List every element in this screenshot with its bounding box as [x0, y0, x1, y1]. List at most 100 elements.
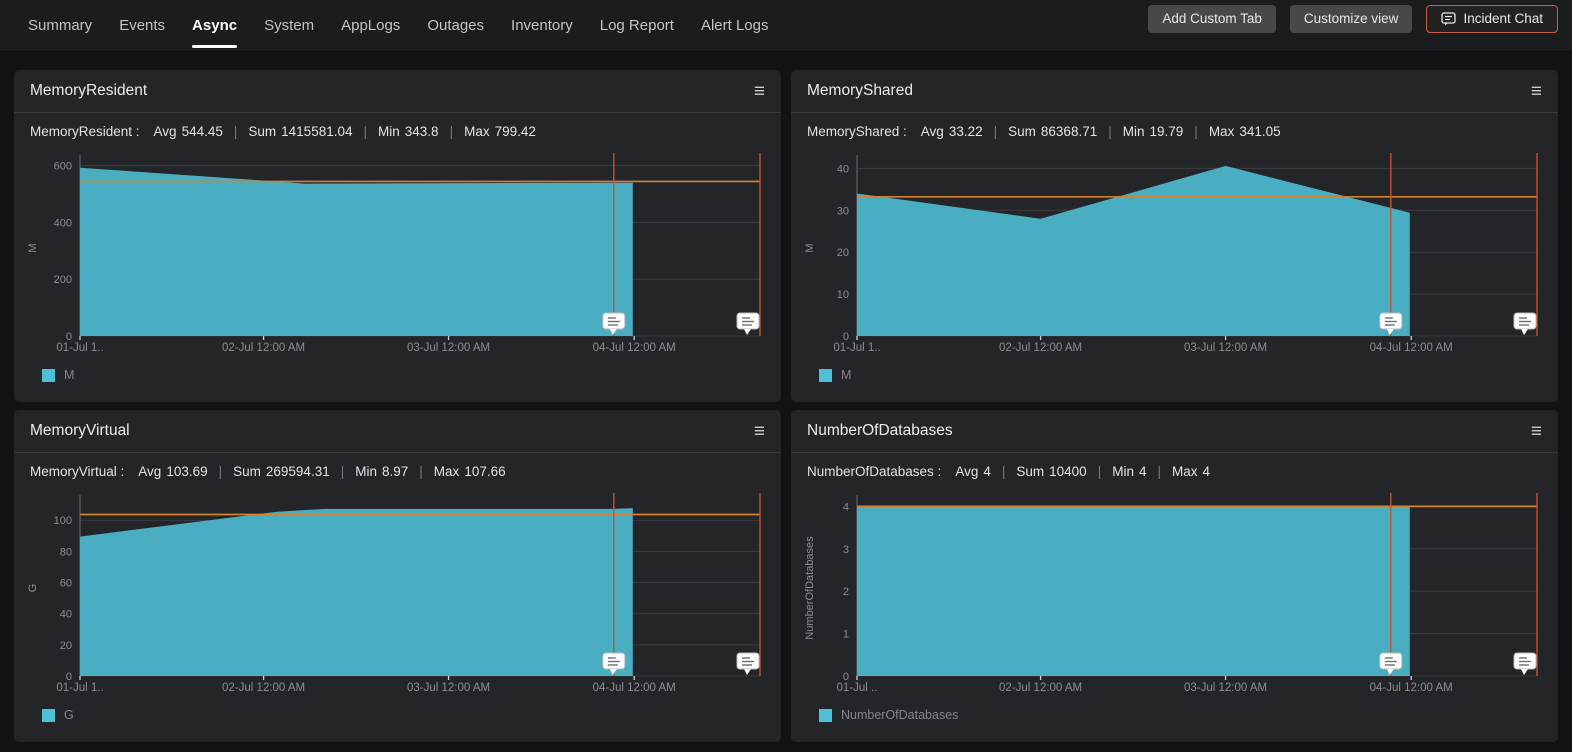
legend-swatch [42, 368, 55, 382]
panel-memory-shared: MemoryShared ≡ MemoryShared : Avg 33.22 | Su… [791, 70, 1558, 402]
stats-separator: | [363, 124, 367, 139]
stats-separator: | [218, 464, 223, 479]
tab-summary[interactable]: Summary [28, 0, 92, 51]
stats-separator: | [1097, 464, 1102, 479]
stat-label: Min [1122, 124, 1145, 139]
legend-label: M [841, 368, 852, 382]
tab-log-report[interactable]: Log Report [600, 0, 674, 51]
panel-menu-icon[interactable]: ≡ [1531, 422, 1542, 441]
chat-icon [1441, 11, 1457, 26]
dashboard-grid: MemoryResident ≡ MemoryResident : Avg 544.… [0, 52, 1572, 742]
panel-title: NumberOfDatabases [807, 422, 953, 439]
panel-menu-icon[interactable]: ≡ [1531, 82, 1542, 101]
annotation-comment-icon [736, 652, 760, 675]
chart-area[interactable]: 0 1 2 3 4 01-Jul .. 02-Jul 12:00 AM 03-Jul 12:0… [791, 490, 1558, 704]
stat-value: 4 [983, 464, 991, 479]
annotation-comment-icon [1513, 652, 1537, 675]
stat-value: 1415581.04 [281, 124, 353, 139]
stats-separator: | [1108, 124, 1112, 139]
nav-actions: Add Custom Tab Customize view Incident C… [1148, 4, 1558, 33]
stat-label: Sum [248, 124, 277, 139]
svg-text:3: 3 [843, 544, 849, 556]
chart-area[interactable]: 0 20 40 60 80 100 01-Jul 1.. 02-Jul 12:00 AM 03-… [14, 490, 781, 704]
tab-applogs[interactable]: AppLogs [341, 0, 400, 51]
stat-label: Min [378, 124, 400, 139]
svg-text:03-Jul 12:00 AM: 03-Jul 12:00 AM [1184, 682, 1267, 694]
stat-label: Max [433, 464, 460, 479]
chart-legend[interactable]: M [14, 368, 781, 382]
add-custom-tab-button[interactable]: Add Custom Tab [1148, 4, 1276, 33]
svg-text:200: 200 [54, 274, 72, 286]
stats-row: NumberOfDatabases : Avg 4 | Sum 10400 | Min 4 | Ma… [791, 453, 1558, 490]
svg-text:03-Jul 12:00 AM: 03-Jul 12:00 AM [407, 682, 490, 694]
panel-header: MemoryVirtual ≡ [14, 410, 781, 452]
annotation-comment-icon [736, 312, 760, 335]
stat-value: 799.42 [494, 124, 536, 139]
stat-avg: Avg 103.69 [138, 464, 207, 479]
svg-text:01-Jul ..: 01-Jul .. [837, 682, 878, 694]
svg-text:04-Jul 12:00 AM: 04-Jul 12:00 AM [1370, 682, 1453, 694]
area-chart[interactable]: 0123401-Jul .. 02-Jul 12:00 AM 03-Jul 12:0… [801, 492, 1545, 704]
chart-legend[interactable]: NumberOfDatabases [791, 708, 1558, 722]
annotation-comment-icon [1513, 312, 1537, 335]
legend-swatch [819, 708, 832, 722]
tab-system[interactable]: System [264, 0, 314, 51]
tab-async[interactable]: Async [192, 0, 238, 51]
stats-row: MemoryVirtual : Avg 103.69 | Sum 269594.31 | Mi… [14, 453, 781, 490]
stat-sum: Sum 86368.71 [1008, 124, 1097, 139]
tab-outages[interactable]: Outages [427, 0, 484, 51]
svg-text:04-Jul 12:00 AM: 04-Jul 12:00 AM [593, 682, 676, 694]
svg-text:4: 4 [843, 501, 849, 513]
chart-legend[interactable]: M [791, 368, 1558, 382]
stat-min: Min 4 [1112, 464, 1146, 479]
svg-text:80: 80 [60, 546, 72, 558]
svg-text:1: 1 [843, 629, 849, 641]
svg-text:01-Jul 1..: 01-Jul 1.. [833, 342, 880, 354]
stat-value: 544.45 [181, 124, 223, 139]
tab-inventory[interactable]: Inventory [511, 0, 573, 51]
stats-row: MemoryShared : Avg 33.22 | Sum 86368.71 | Min 19… [791, 113, 1558, 150]
panel-memory-virtual: MemoryVirtual ≡ MemoryVirtual : Avg 103.69… [14, 410, 781, 742]
customize-view-button[interactable]: Customize view [1289, 4, 1413, 33]
chart-area[interactable]: 0 200 400 600 01-Jul 1.. 02-Jul 12:00 AM 03-Ju… [14, 150, 781, 364]
tab-events[interactable]: Events [119, 0, 165, 51]
stats-metric-label: MemoryShared : [807, 124, 907, 139]
svg-text:01-Jul 1..: 01-Jul 1.. [56, 342, 103, 354]
svg-text:10: 10 [837, 289, 849, 301]
area-chart[interactable]: 02040608010001-Jul 1.. 02-Jul 12:00 AM 03-… [24, 492, 768, 704]
stat-label: Max [1172, 464, 1198, 479]
tab-alert-logs[interactable]: Alert Logs [701, 0, 769, 51]
stats-metric-label: NumberOfDatabases : [807, 464, 942, 479]
chart-area[interactable]: 0 10 20 30 40 01-Jul 1.. 02-Jul 12:00 AM 03-Jul… [791, 150, 1558, 364]
stats-metric-label: MemoryVirtual : [30, 464, 125, 479]
svg-text:02-Jul 12:00 AM: 02-Jul 12:00 AM [999, 342, 1082, 354]
svg-text:02-Jul 12:00 AM: 02-Jul 12:00 AM [222, 682, 305, 694]
chart-legend[interactable]: G [14, 708, 781, 722]
panel-menu-icon[interactable]: ≡ [754, 422, 765, 441]
incident-chat-button[interactable]: Incident Chat [1426, 4, 1558, 33]
stat-sum: Sum 1415581.04 [248, 124, 352, 139]
stat-sum: Sum 269594.31 [233, 464, 330, 479]
stat-min: Min 19.79 [1123, 124, 1184, 139]
panel-title: MemoryShared [807, 82, 913, 99]
area-chart[interactable]: 01020304001-Jul 1.. 02-Jul 12:00 AM 03-Jul… [801, 152, 1545, 364]
stat-max: Max 107.66 [434, 464, 506, 479]
stat-value: 341.05 [1239, 124, 1281, 139]
area-chart[interactable]: 020040060001-Jul 1.. 02-Jul 12:00 AM 03-Ju… [24, 152, 768, 364]
stats-separator: | [993, 124, 998, 139]
stat-label: Min [355, 464, 377, 479]
stat-sum: Sum 10400 [1016, 464, 1086, 479]
stat-value: 19.79 [1149, 124, 1184, 139]
svg-text:M: M [804, 243, 816, 252]
stat-label: Avg [138, 464, 162, 479]
panel-menu-icon[interactable]: ≡ [754, 82, 765, 101]
stat-avg: Avg 33.22 [921, 124, 983, 139]
stats-separator: | [1001, 464, 1006, 479]
stat-value: 4 [1138, 464, 1147, 479]
stat-min: Min 343.8 [378, 124, 439, 139]
svg-text:40: 40 [60, 609, 72, 621]
panel-number-of-databases: NumberOfDatabases ≡ NumberOfDatabases : A… [791, 410, 1558, 742]
stats-separator: | [340, 464, 345, 479]
svg-text:20: 20 [60, 640, 72, 652]
top-navbar: Summary Events Async System AppLogs Outa… [0, 0, 1572, 52]
